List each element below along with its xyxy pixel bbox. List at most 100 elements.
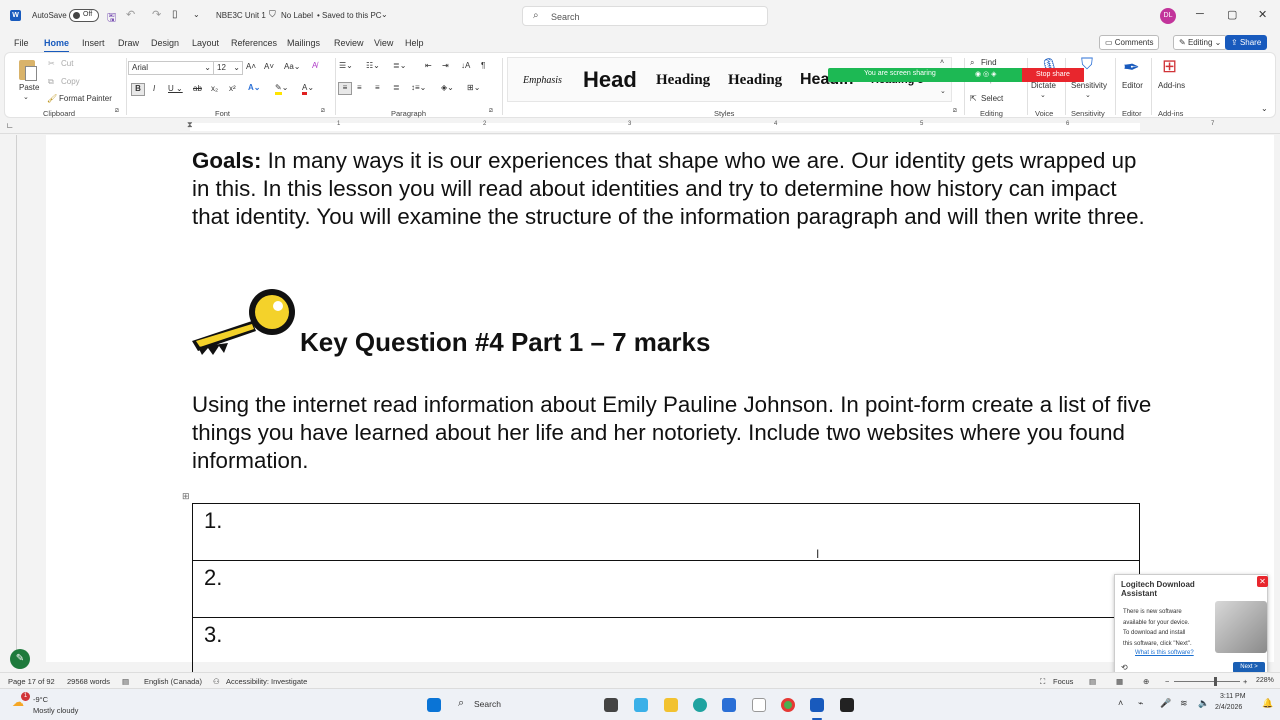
network-icon[interactable]: ⌁ [1138, 698, 1143, 709]
edge-icon[interactable] [693, 698, 707, 712]
tab-view[interactable]: View [374, 38, 393, 48]
tab-insert[interactable]: Insert [82, 38, 105, 48]
editor-button[interactable]: Editor [1122, 81, 1143, 90]
paste-icon[interactable] [17, 57, 39, 83]
style-heading-2[interactable]: Heading [728, 72, 782, 89]
italic-icon[interactable]: I [153, 84, 155, 93]
web-layout-icon[interactable]: ⊕ [1143, 677, 1149, 686]
stop-share-button[interactable]: Stop share [1022, 68, 1084, 82]
add-ins-button[interactable]: Add-ins [1158, 81, 1185, 90]
copy-button[interactable]: Copy [61, 77, 80, 86]
notifications-bell-icon[interactable]: 🔔 [1262, 698, 1273, 709]
share-button[interactable]: ⇪ Share [1225, 35, 1268, 50]
indesign-icon[interactable] [840, 698, 854, 712]
show-formatting-icon[interactable]: ¶ [481, 61, 485, 70]
bold-icon[interactable]: B [131, 83, 145, 96]
page-count[interactable]: Page 17 of 92 [8, 677, 55, 686]
underline-icon[interactable]: U ⌄ [168, 84, 183, 93]
style-head[interactable]: Head [583, 67, 637, 93]
paste-button[interactable]: Paste [19, 83, 39, 92]
font-launcher-icon[interactable]: ⧄ [321, 108, 325, 115]
undo-icon[interactable]: ↶ [126, 8, 135, 21]
notepad-icon[interactable] [752, 698, 766, 712]
wifi-icon[interactable]: ≋ [1180, 698, 1188, 709]
add-ins-icon[interactable]: ⊞ [1162, 56, 1177, 77]
table-row[interactable]: 2. [192, 560, 1140, 618]
copilot-icon[interactable] [634, 698, 648, 712]
comments-button[interactable]: ▭ Comments [1099, 35, 1160, 50]
increase-indent-icon[interactable]: ⇥ [442, 61, 449, 70]
dictate-button[interactable]: Dictate [1031, 81, 1056, 90]
tab-layout[interactable]: Layout [192, 38, 219, 48]
chevron-down-icon[interactable]: ⌄ [381, 10, 388, 19]
tab-references[interactable]: References [231, 38, 277, 48]
shrink-font-icon[interactable]: A˅ [264, 62, 274, 71]
editing-mode-button[interactable]: ✎ Editing ⌄ [1173, 35, 1228, 50]
grow-font-icon[interactable]: A˄ [246, 62, 256, 71]
find-button[interactable]: Find [981, 58, 997, 67]
cut-button[interactable]: Cut [61, 59, 73, 68]
print-layout-icon[interactable]: ▦ [1116, 677, 1123, 686]
zoom-slider-thumb[interactable] [1214, 677, 1217, 686]
format-painter-button[interactable]: Format Painter [59, 94, 112, 103]
select-button[interactable]: Select [981, 94, 1003, 103]
shading-icon[interactable]: ◈⌄ [441, 83, 454, 92]
read-mode-icon[interactable]: ▤ [1089, 677, 1096, 686]
style-heading-1[interactable]: Heading [656, 72, 710, 89]
document-page[interactable]: Goals: In many ways it is our experience… [46, 135, 1274, 675]
sensitivity-button[interactable]: Sensitivity [1071, 81, 1107, 90]
clock-time[interactable]: 3:11 PM [1220, 693, 1246, 700]
focus-button[interactable]: Focus [1053, 677, 1073, 686]
label-status[interactable]: No Label [281, 11, 313, 20]
volume-icon[interactable]: 🔈 [1198, 698, 1209, 709]
taskbar-search-icon[interactable]: ⌕ [458, 697, 464, 710]
store-icon[interactable] [722, 698, 736, 712]
align-left-icon[interactable]: ≡ [338, 82, 352, 95]
chrome-icon[interactable] [781, 698, 795, 712]
tab-review[interactable]: Review [334, 38, 364, 48]
weather-temp[interactable]: -9°C [33, 695, 48, 704]
borders-icon[interactable]: ⊞⌄ [467, 83, 480, 92]
document-area[interactable]: Goals: In many ways it is our experience… [0, 135, 1280, 675]
clear-formatting-icon[interactable]: A̸ [312, 61, 317, 70]
avatar[interactable]: DL [1160, 8, 1176, 24]
task-view-icon[interactable] [604, 698, 618, 712]
tab-design[interactable]: Design [151, 38, 179, 48]
select-icon[interactable]: ⇱ [970, 94, 977, 103]
sensitivity-dropdown-icon[interactable]: ⌄ [1085, 91, 1091, 99]
clipboard-launcher-icon[interactable]: ⧄ [115, 108, 119, 115]
table-row[interactable]: 3. [192, 617, 1140, 675]
zoom-in-icon[interactable]: + [1243, 677, 1247, 686]
tab-file[interactable]: File [14, 38, 29, 48]
decrease-indent-icon[interactable]: ⇤ [425, 61, 432, 70]
zoom-out-icon[interactable]: − [1165, 677, 1169, 686]
tab-mailings[interactable]: Mailings [287, 38, 320, 48]
share-controls-icon[interactable]: ◉ ◎ ◈ [975, 70, 997, 78]
table-row[interactable]: 1. [192, 503, 1140, 561]
zoom-slider[interactable] [1174, 681, 1240, 682]
subscript-icon[interactable]: x₂ [211, 84, 218, 93]
styles-more-icon[interactable]: ⌄ [940, 87, 946, 95]
ruler-bar[interactable] [190, 123, 1140, 131]
instructions-paragraph[interactable]: Using the internet read information abou… [192, 391, 1152, 475]
style-emphasis[interactable]: Emphasis [523, 75, 562, 86]
multilevel-list-icon[interactable]: ≣⌄ [393, 61, 406, 70]
word-taskbar-icon[interactable] [810, 698, 824, 712]
zoom-level[interactable]: 228% [1256, 677, 1274, 684]
accessibility-status[interactable]: Accessibility: Investigate [226, 677, 307, 686]
clock-date[interactable]: 2/4/2026 [1215, 704, 1242, 711]
find-icon[interactable]: ⌕ [970, 58, 974, 68]
paste-dropdown-icon[interactable]: ⌄ [23, 93, 29, 101]
microphone-tray-icon[interactable]: 🎤 [1160, 698, 1171, 709]
word-count[interactable]: 29568 words [67, 677, 110, 686]
customize-toolbar-icon[interactable]: ⌄ [193, 10, 200, 19]
word-app-icon[interactable]: W [10, 10, 21, 21]
styles-scroll-up-icon[interactable]: ˄ [940, 59, 944, 66]
font-size-select[interactable]: 12 ⌄ [213, 61, 243, 75]
accessibility-icon[interactable]: ⚇ [213, 677, 220, 686]
copilot-pen-icon[interactable]: ✎ [10, 649, 30, 669]
line-spacing-icon[interactable]: ↕≡⌄ [411, 83, 426, 92]
what-is-this-link[interactable]: What is this software? [1135, 650, 1194, 656]
bullets-icon[interactable]: ☰⌄ [339, 61, 353, 70]
copy-icon[interactable]: ⧉ [48, 77, 54, 87]
